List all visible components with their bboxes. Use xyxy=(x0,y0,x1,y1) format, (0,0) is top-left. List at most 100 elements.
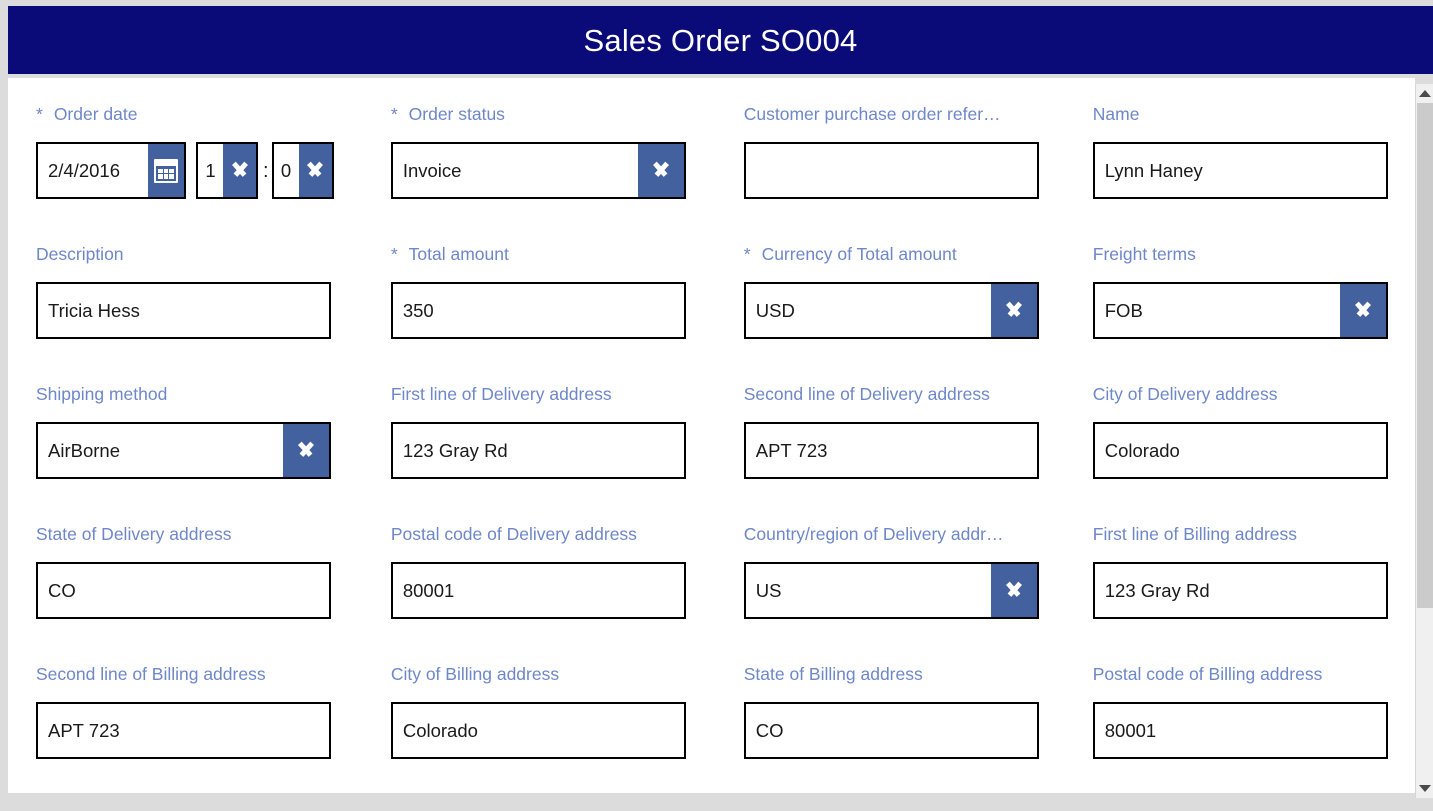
minute-select[interactable]: 0 xyxy=(271,142,334,199)
text-input-value: 123 Gray Rd xyxy=(1104,579,1210,601)
field-label: Postal code of Delivery address xyxy=(391,526,637,544)
scrollbar-thumb[interactable] xyxy=(1417,103,1433,608)
text-input-value: 123 Gray Rd xyxy=(402,439,508,461)
field-label-text: Postal code of Delivery address xyxy=(390,526,637,544)
form-field-cell: City of Billing address Colorado xyxy=(383,638,732,778)
text-input-value: Tricia Hess xyxy=(48,299,140,321)
field-label-text: Name xyxy=(1092,106,1140,124)
text-input[interactable]: Colorado xyxy=(390,702,686,759)
text-input-value: 80001 xyxy=(1104,719,1157,741)
field-label-text: Currency of Total amount xyxy=(761,246,957,264)
text-input[interactable]: APT 723 xyxy=(743,422,1039,479)
chevron-down-icon[interactable] xyxy=(298,144,332,197)
form-field-cell: Shipping method AirBorne xyxy=(8,358,383,498)
field-label-text: Second line of Delivery address xyxy=(743,386,990,404)
form-grid: * Order date 2/4/2016 1:0 * Order status Invoi… xyxy=(8,78,1415,778)
form-field-cell: First line of Delivery address 123 Gray R… xyxy=(383,358,732,498)
select-value: FOB xyxy=(1104,299,1143,321)
select-input[interactable]: US xyxy=(743,562,1039,619)
form-field-cell: State of Delivery address CO xyxy=(8,498,383,638)
field-label: * Order status xyxy=(391,106,505,124)
form-field-cell: * Currency of Total amount USD xyxy=(732,218,1081,358)
field-label-text: Total amount xyxy=(408,246,509,264)
text-input-value: Colorado xyxy=(402,719,478,741)
field-label-text: City of Delivery address xyxy=(1092,386,1278,404)
date-input[interactable]: 2/4/2016 xyxy=(36,142,186,199)
select-value: Invoice xyxy=(402,159,462,181)
chevron-down-icon[interactable] xyxy=(283,424,329,477)
chevron-down-icon[interactable] xyxy=(223,144,256,197)
field-label: Shipping method xyxy=(36,386,167,404)
field-label: Freight terms xyxy=(1093,246,1196,264)
scroll-down-triangle-icon xyxy=(1418,785,1431,792)
text-input[interactable]: CO xyxy=(36,562,331,619)
select-value: US xyxy=(755,579,782,601)
form-field-cell: * Order date 2/4/2016 1:0 xyxy=(8,78,383,218)
field-label: State of Delivery address xyxy=(36,526,232,544)
form-field-cell: Postal code of Billing address 80001 xyxy=(1081,638,1415,778)
form-field-cell: Customer purchase order refer… xyxy=(732,78,1081,218)
text-input[interactable]: 80001 xyxy=(1092,702,1388,759)
form-field-cell: Name Lynn Haney xyxy=(1081,78,1415,218)
field-label-text: Freight terms xyxy=(1092,246,1196,264)
field-label-text: State of Delivery address xyxy=(36,526,232,544)
select-input[interactable]: Invoice xyxy=(390,142,686,199)
text-input[interactable]: Lynn Haney xyxy=(1092,142,1388,199)
text-input[interactable]: 80001 xyxy=(390,562,686,619)
text-input[interactable]: 350 xyxy=(390,282,686,339)
text-input[interactable]: 123 Gray Rd xyxy=(1092,562,1388,619)
text-input-value: CO xyxy=(48,579,76,601)
select-value: USD xyxy=(755,299,795,321)
required-marker: * xyxy=(743,246,751,264)
field-label-text: First line of Delivery address xyxy=(390,386,612,404)
hour-value: 1 xyxy=(205,159,216,181)
field-label-text: Order status xyxy=(408,106,505,124)
field-label: Second line of Billing address xyxy=(36,666,266,684)
scroll-up-arrow-icon[interactable] xyxy=(1416,85,1433,102)
field-label-text: Order date xyxy=(53,106,138,124)
chevron-down-icon[interactable] xyxy=(1339,284,1386,337)
sales-order-form-page: Sales Order SO004 * Order date 2/4/2016 1:0… xyxy=(0,0,1433,811)
form-panel: * Order date 2/4/2016 1:0 * Order status Invoi… xyxy=(8,78,1415,793)
scroll-up-triangle-icon xyxy=(1418,90,1431,97)
form-field-cell: Second line of Billing address APT 723 xyxy=(8,638,383,778)
select-input[interactable]: AirBorne xyxy=(36,422,331,479)
scroll-down-arrow-icon[interactable] xyxy=(1416,780,1433,797)
page-title: Sales Order SO004 xyxy=(583,22,858,58)
field-label-text: Postal code of Billing address xyxy=(1092,666,1323,684)
text-input[interactable]: CO xyxy=(743,702,1039,759)
text-input-value: CO xyxy=(755,719,784,741)
text-input-value: APT 723 xyxy=(48,719,120,741)
form-field-cell: Postal code of Delivery address 80001 xyxy=(383,498,732,638)
page-header-bar: Sales Order SO004 xyxy=(8,6,1433,74)
chevron-down-icon[interactable] xyxy=(637,144,684,197)
form-field-cell: Description Tricia Hess xyxy=(8,218,383,358)
text-input[interactable]: 123 Gray Rd xyxy=(390,422,686,479)
form-field-cell: Country/region of Delivery addr… US xyxy=(732,498,1081,638)
form-field-cell: * Order status Invoice xyxy=(383,78,732,218)
text-input[interactable]: Tricia Hess xyxy=(36,282,331,339)
form-row: * Order date 2/4/2016 1:0 * Order status Invoi… xyxy=(8,78,1415,218)
chevron-down-icon[interactable] xyxy=(990,284,1037,337)
select-input[interactable]: USD xyxy=(743,282,1039,339)
form-scrollbar[interactable] xyxy=(1415,84,1433,798)
text-input-value xyxy=(746,144,1037,197)
form-field-cell: Freight terms FOB xyxy=(1081,218,1415,358)
chevron-down-icon[interactable] xyxy=(990,564,1037,617)
select-input[interactable]: FOB xyxy=(1092,282,1388,339)
hour-select[interactable]: 1 xyxy=(196,142,258,199)
text-input[interactable]: APT 723 xyxy=(36,702,331,759)
required-marker: * xyxy=(36,106,43,124)
text-input[interactable] xyxy=(743,142,1039,199)
select-value: AirBorne xyxy=(48,439,120,461)
calendar-icon[interactable] xyxy=(148,144,184,197)
field-label: * Total amount xyxy=(391,246,509,264)
text-input[interactable]: Colorado xyxy=(1092,422,1388,479)
required-marker: * xyxy=(390,106,398,124)
field-label: City of Delivery address xyxy=(1093,386,1278,404)
form-field-cell: City of Delivery address Colorado xyxy=(1081,358,1415,498)
field-label-text: Country/region of Delivery addr… xyxy=(743,526,1004,544)
field-label: * Currency of Total amount xyxy=(744,246,957,264)
field-label-text: City of Billing address xyxy=(390,666,560,684)
field-label-text: Customer purchase order refer… xyxy=(743,106,1001,124)
